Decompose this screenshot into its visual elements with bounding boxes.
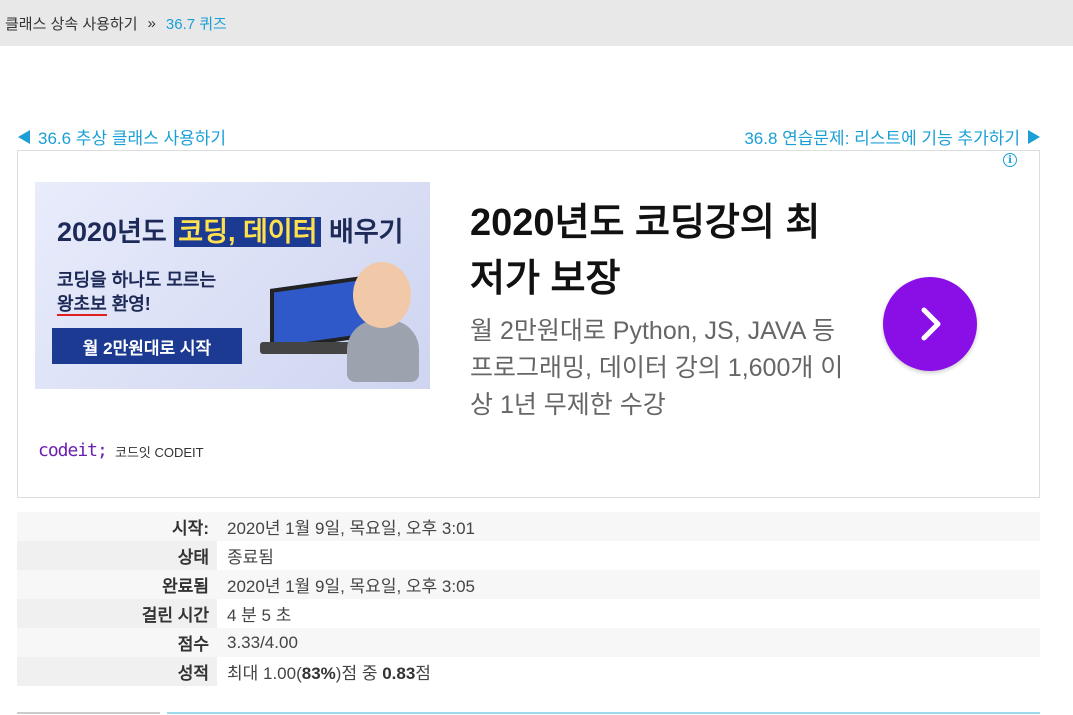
- prev-page-label: 36.6 추상 클래스 사용하기: [38, 129, 227, 148]
- summary-row-completed: 완료됨 2020년 1월 9일, 목요일, 오후 3:05: [17, 570, 1040, 599]
- summary-value: 4 분 5 초: [227, 606, 292, 625]
- breadcrumb: 클래스 상속 사용하기 » 36.7 퀴즈: [0, 0, 1073, 46]
- ad-info-icon[interactable]: i: [1003, 153, 1017, 167]
- ad-image-line1: 코딩을 하나도 모르는: [57, 270, 217, 290]
- ad-image-title: 2020년도 코딩, 데이터 배우기: [57, 210, 404, 249]
- quiz-summary-table: 시작: 2020년 1월 9일, 목요일, 오후 3:01 상태 종료됨 완료됨…: [17, 512, 1040, 686]
- summary-value: 종료됨: [227, 548, 274, 567]
- ad-image-line2: 왕초보 환영!: [57, 290, 151, 316]
- grade-percent: 83%: [301, 664, 336, 683]
- summary-row-marks: 점수 3.33/4.00: [17, 628, 1040, 657]
- summary-value: 최대 1.00(83%)점 중 0.83점: [217, 657, 1040, 686]
- prev-page-link[interactable]: 36.6 추상 클래스 사용하기: [18, 124, 226, 149]
- ad-cta-button[interactable]: [883, 277, 977, 371]
- summary-label: 걸린 시간: [17, 599, 217, 628]
- triangle-right-icon: [1028, 129, 1040, 144]
- next-page-link[interactable]: 36.8 연습문제: 리스트에 기능 추가하기: [744, 124, 1040, 149]
- grade-score: 0.83: [382, 664, 416, 683]
- bottom-panels: [17, 710, 1040, 715]
- summary-value: 2020년 1월 9일, 목요일, 오후 3:01: [227, 519, 475, 538]
- next-page-label: 36.8 연습문제: 리스트에 기능 추가하기: [744, 129, 1020, 148]
- summary-label: 시작:: [172, 519, 209, 538]
- ad-image-title-highlight: 코딩, 데이터: [174, 217, 322, 247]
- chevron-right-icon: [921, 307, 941, 341]
- ad-image-title-suffix: 배우기: [328, 217, 404, 247]
- grade-suffix: 점: [415, 664, 431, 683]
- ad-image[interactable]: 2020년도 코딩, 데이터 배우기 코딩을 하나도 모르는 왕초보 환영! 월…: [35, 182, 430, 389]
- codeit-logo: codeit;: [38, 440, 108, 461]
- baby-head-illustration: [353, 262, 411, 328]
- summary-label: 상태: [17, 541, 217, 570]
- summary-row-grade: 성적 최대 1.00(83%)점 중 0.83점: [17, 657, 1040, 686]
- grade-prefix: 최대 1.00(: [227, 664, 302, 683]
- ad-image-title-prefix: 2020년도: [57, 217, 167, 247]
- summary-row-state: 상태 종료됨: [17, 541, 1040, 570]
- grade-middle: )점 중: [335, 664, 383, 683]
- triangle-left-icon: [18, 129, 30, 144]
- page-navigation: 36.6 추상 클래스 사용하기 36.8 연습문제: 리스트에 기능 추가하기: [18, 124, 1040, 150]
- ad-image-button: 월 2만원대로 시작: [52, 328, 242, 364]
- breadcrumb-current: 36.7 퀴즈: [165, 15, 227, 33]
- ad-description: 월 2만원대로 Python, JS, JAVA 등 프로그래밍, 데이터 강의…: [470, 317, 844, 419]
- summary-row-started: 시작: 2020년 1월 9일, 목요일, 오후 3:01: [17, 512, 1040, 541]
- summary-label: 완료됨: [162, 577, 209, 596]
- ad-banner[interactable]: i 2020년도 코딩, 데이터 배우기 코딩을 하나도 모르는 왕초보 환영!…: [17, 150, 1040, 498]
- summary-label: 성적: [17, 657, 217, 686]
- summary-label: 점수: [177, 635, 209, 654]
- baby-body-illustration: [347, 320, 419, 382]
- ad-image-line2-rest: 환영!: [106, 294, 151, 314]
- ad-image-line2-em: 왕초보: [57, 294, 107, 316]
- ad-headline[interactable]: 2020년도 코딩강의 최저가 보장: [470, 195, 850, 307]
- ad-brand-name: 코드잇 CODEIT: [115, 445, 204, 460]
- breadcrumb-separator: »: [147, 14, 156, 32]
- summary-value: 3.33/4.00: [227, 632, 298, 652]
- summary-row-time-taken: 걸린 시간 4 분 5 초: [17, 599, 1040, 628]
- summary-value: 2020년 1월 9일, 목요일, 오후 3:05: [227, 577, 475, 596]
- breadcrumb-root-link[interactable]: 클래스 상속 사용하기: [5, 13, 138, 34]
